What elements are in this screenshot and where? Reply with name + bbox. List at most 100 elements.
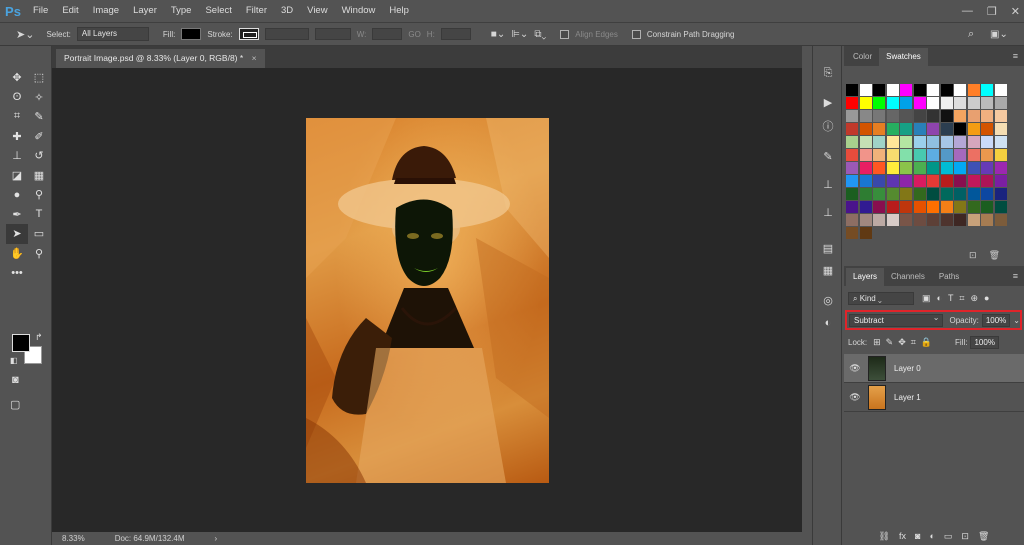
color-swatch[interactable] [940,162,953,174]
color-swatch[interactable] [900,162,912,174]
history-icon[interactable]: ⎘ [821,66,835,80]
color-swatch[interactable] [913,136,926,148]
properties-icon[interactable]: ▤ [821,242,835,256]
libraries-icon[interactable]: ◎ [821,294,835,308]
swap-colors-icon[interactable]: ↱ [35,332,43,343]
color-swatch[interactable] [846,162,858,174]
magic-wand-tool-icon[interactable]: ✧ [28,88,50,108]
color-swatch[interactable] [927,214,939,226]
width-input[interactable] [372,28,403,40]
color-swatch[interactable] [886,214,899,226]
gradient-tool-icon[interactable]: ▦ [28,166,50,186]
color-swatch[interactable] [859,110,872,122]
menu-edit[interactable]: Edit [55,0,85,22]
color-swatch[interactable] [846,110,858,122]
color-swatch[interactable] [873,201,885,213]
color-swatch[interactable] [927,84,939,96]
color-swatch[interactable] [886,97,899,109]
color-swatch[interactable] [900,123,912,135]
color-swatch[interactable] [900,110,912,122]
color-swatch[interactable] [927,110,939,122]
menu-filter[interactable]: Filter [239,0,274,22]
color-swatch[interactable] [886,123,899,135]
color-swatch[interactable] [940,214,953,226]
color-swatch[interactable] [994,201,1007,213]
color-swatch[interactable] [900,201,912,213]
screen-mode-icon[interactable]: ▢ [10,398,20,411]
color-swatch[interactable] [886,201,899,213]
color-swatch[interactable] [859,123,872,135]
color-swatch[interactable] [846,201,858,213]
color-swatch[interactable] [967,175,980,187]
filter-icons[interactable]: ▣◐T⌗⊕● [922,293,995,304]
color-swatch[interactable] [913,84,926,96]
path-arrangement-icon[interactable]: ⧉⌄ [534,29,546,40]
quick-mask-icon[interactable]: ◙ [12,374,19,386]
color-swatch[interactable] [873,214,885,226]
color-swatch[interactable] [900,214,912,226]
zoom-tool-icon[interactable]: ⚲ [28,244,50,264]
color-swatch[interactable] [900,149,912,161]
link-layers-icon[interactable]: ⛓ [879,531,890,542]
layer-row[interactable]: 👁 Layer 0 [844,354,1024,383]
stroke-width-input[interactable] [264,28,309,40]
foreground-color-swatch[interactable] [12,334,30,352]
delete-layer-icon[interactable]: 🗑 [978,531,989,542]
adjustment-layer-icon[interactable]: ◐ [929,531,934,541]
color-swatch[interactable] [981,162,993,174]
layer-mask-icon[interactable]: ◙ [915,531,920,541]
color-swatch[interactable] [954,84,966,96]
color-swatch[interactable] [994,149,1007,161]
actions-icon[interactable]: ▶ [821,96,835,110]
adjustments-icon[interactable]: ◐ [821,316,835,330]
close-tab-icon[interactable]: × [252,53,257,63]
color-swatch[interactable] [873,188,885,200]
minimize-icon[interactable]: — [962,5,973,17]
workspace-icon[interactable]: ▣⌄ [990,29,1008,40]
color-swatch[interactable] [886,188,899,200]
panel-menu-icon[interactable]: ≡ [1013,51,1018,61]
color-swatch[interactable] [927,123,939,135]
color-swatch[interactable] [886,136,899,148]
color-swatch[interactable] [900,136,912,148]
color-swatch[interactable] [967,136,980,148]
color-swatch[interactable] [954,123,966,135]
color-swatch[interactable] [846,227,858,239]
search-icon[interactable]: ⌕ [968,28,974,41]
new-group-icon[interactable]: ▭ [944,531,953,542]
color-swatch[interactable] [900,188,912,200]
fill-swatch[interactable] [181,28,202,40]
path-select-tool-icon[interactable]: ➤⌄ [16,28,34,41]
color-swatch[interactable] [846,97,858,109]
color-swatch[interactable] [859,84,872,96]
color-swatch[interactable] [967,162,980,174]
color-swatch[interactable] [954,188,966,200]
color-swatch[interactable] [954,149,966,161]
canvas-area[interactable] [52,68,802,532]
menu-view[interactable]: View [300,0,334,22]
new-swatch-icon[interactable]: ⊡ [969,250,977,261]
color-swatch[interactable] [873,84,885,96]
color-swatch[interactable] [913,110,926,122]
color-swatch[interactable] [940,110,953,122]
color-swatch[interactable] [846,188,858,200]
color-swatch[interactable] [994,214,1007,226]
color-swatch[interactable] [913,162,926,174]
brush-tool-icon[interactable]: ✐ [28,127,50,147]
color-swatch[interactable] [846,123,858,135]
tab-channels[interactable]: Channels [884,268,932,286]
color-swatch[interactable] [940,175,953,187]
color-swatch[interactable] [927,188,939,200]
menu-file[interactable]: File [26,0,55,22]
history-brush-tool-icon[interactable]: ↺ [28,146,50,166]
color-swatch[interactable] [846,149,858,161]
color-swatch[interactable] [967,188,980,200]
layers-menu-icon[interactable]: ≡ [1013,271,1018,281]
layer-name[interactable]: Layer 0 [894,364,921,373]
color-swatch[interactable] [967,97,980,109]
color-swatch[interactable] [954,110,966,122]
color-swatch[interactable] [967,123,980,135]
color-swatch[interactable] [927,149,939,161]
clone-stamp-tool-icon[interactable]: ⊥ [6,146,28,166]
color-swatch[interactable] [954,136,966,148]
